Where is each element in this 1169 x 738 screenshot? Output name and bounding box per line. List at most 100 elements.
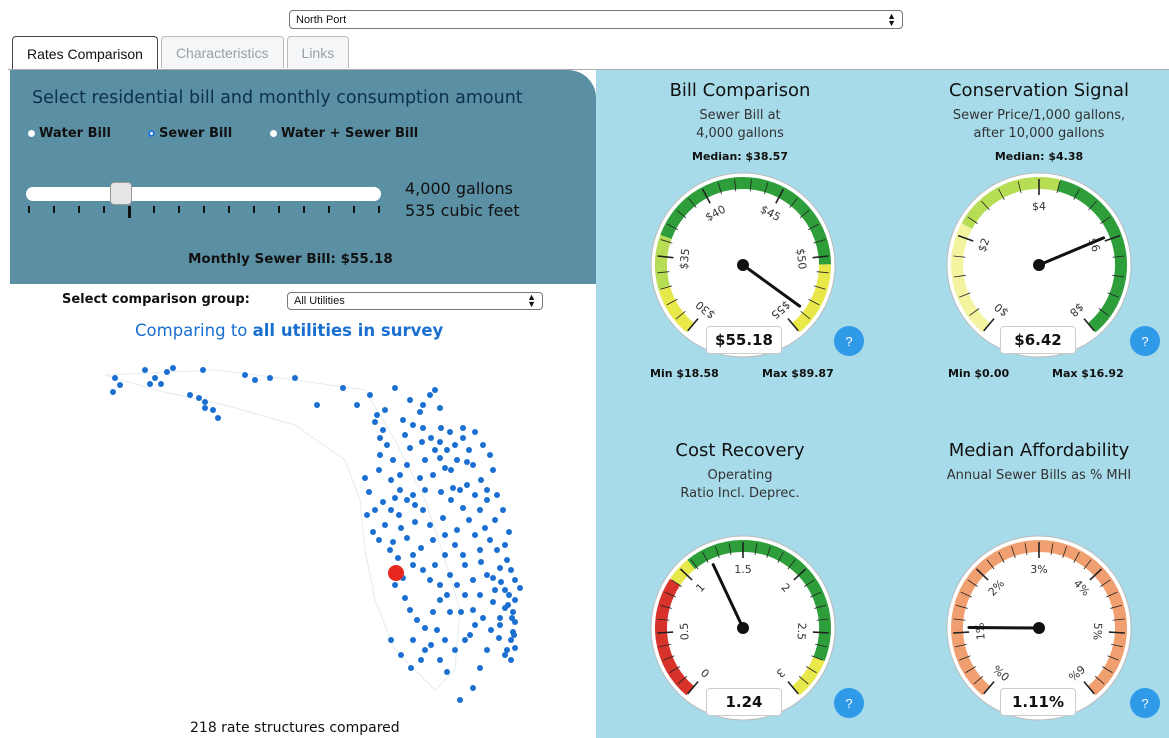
gauge-tick xyxy=(1108,631,1125,634)
gauge-tick-label: 2.5 xyxy=(794,622,808,640)
utility-dot xyxy=(432,447,438,453)
conservation-help-button[interactable]: ? xyxy=(1130,326,1160,356)
comparing-text: Comparing to all utilities in survey xyxy=(135,321,443,340)
bill-sub-line2: 4,000 gallons xyxy=(696,126,784,141)
utility-dot xyxy=(374,412,380,418)
utility-dot xyxy=(388,507,394,513)
utility-select[interactable]: North Port ▲ ▼ xyxy=(289,10,903,29)
utility-dots xyxy=(110,365,523,703)
utility-dot xyxy=(242,372,248,378)
utility-dot xyxy=(395,555,401,561)
bill-sub-line1: Sewer Bill at xyxy=(699,108,781,123)
radio-label: Sewer Bill xyxy=(159,126,233,141)
utility-dot xyxy=(447,572,453,578)
utility-dot xyxy=(419,439,425,445)
utility-dot xyxy=(480,615,486,621)
utility-dot xyxy=(437,657,443,663)
utility-dot xyxy=(477,547,483,553)
comparison-group-select[interactable]: All Utilities ▲ ▼ xyxy=(287,292,543,310)
radio-water-sewer-bill[interactable]: Water + Sewer Bill xyxy=(270,126,418,141)
utility-dot xyxy=(354,402,360,408)
utility-dot xyxy=(210,407,216,413)
cost-help-button[interactable]: ? xyxy=(834,688,864,718)
utility-dot xyxy=(380,427,386,433)
gauge-tick-label: $4 xyxy=(1032,200,1046,213)
utility-dot xyxy=(292,375,298,381)
utility-dot xyxy=(437,439,443,445)
utility-dot xyxy=(482,525,488,531)
afford-gauge-value: 1.11% xyxy=(1000,688,1076,716)
tab-links[interactable]: Links xyxy=(286,36,350,68)
consumption-readout: 4,000 gallons 535 cubic feet xyxy=(405,178,520,222)
radio-dot-icon xyxy=(270,130,277,137)
utility-dot xyxy=(400,417,406,423)
utility-dot xyxy=(460,552,466,558)
comparing-group-name: all utilities in survey xyxy=(252,321,444,340)
utility-dot xyxy=(376,537,382,543)
gauge-tick-label: 1% xyxy=(974,622,988,640)
utility-dot xyxy=(427,577,433,583)
utility-dot xyxy=(448,497,454,503)
radio-sewer-bill[interactable]: Sewer Bill xyxy=(148,126,232,141)
utility-dot xyxy=(506,592,512,598)
utility-dot xyxy=(404,535,410,541)
utilities-map xyxy=(104,365,523,703)
utility-dot xyxy=(412,502,418,508)
utility-dot xyxy=(147,381,153,387)
utility-dot xyxy=(484,487,490,493)
utility-dot xyxy=(477,665,483,671)
utility-dot xyxy=(460,505,466,511)
utility-dot xyxy=(382,522,388,528)
utility-dot xyxy=(472,492,478,498)
slider-tick xyxy=(228,206,230,213)
selected-utility-dot xyxy=(388,565,404,581)
utility-dot xyxy=(462,592,468,598)
utility-dot xyxy=(442,552,448,558)
utility-dot xyxy=(407,607,413,613)
consumption-slider-handle[interactable] xyxy=(110,182,132,205)
utility-dot xyxy=(427,522,433,528)
utility-dot xyxy=(457,697,463,703)
utility-dot xyxy=(367,392,373,398)
tab-characteristics[interactable]: Characteristics xyxy=(160,36,284,68)
utility-dot xyxy=(508,657,514,663)
structures-count: 218 rate structures compared xyxy=(190,720,400,736)
utility-dot xyxy=(340,385,346,391)
utility-dot xyxy=(422,647,428,653)
utility-dot xyxy=(484,572,490,578)
utility-dot xyxy=(497,565,503,571)
utility-dot xyxy=(504,557,510,563)
utility-dot xyxy=(434,627,440,633)
conservation-max: Max $16.92 xyxy=(1052,367,1124,380)
bill-gauge-title: Bill Comparison xyxy=(669,80,811,101)
bill-help-button[interactable]: ? xyxy=(834,326,864,356)
utility-dot xyxy=(267,375,273,381)
slider-tick xyxy=(378,206,380,213)
utility-dot xyxy=(414,617,420,623)
utility-dot xyxy=(447,609,453,615)
radio-water-bill[interactable]: Water Bill xyxy=(28,126,111,141)
bill-median: Median: $38.57 xyxy=(692,150,788,163)
utility-dot xyxy=(430,537,436,543)
utility-dot xyxy=(496,635,502,641)
tab-rates-comparison[interactable]: Rates Comparison xyxy=(12,36,158,70)
utility-dot xyxy=(448,467,454,473)
afford-help-button[interactable]: ? xyxy=(1130,688,1160,718)
utility-dot xyxy=(492,517,498,523)
afford-gauge-title: Median Affordability xyxy=(948,440,1130,461)
cost-gauge-title: Cost Recovery xyxy=(675,440,805,461)
florida-outline xyxy=(104,369,461,691)
utility-dot xyxy=(437,597,443,603)
utility-dot xyxy=(444,669,450,675)
utility-dot xyxy=(438,425,444,431)
utility-dot xyxy=(464,459,470,465)
slider-tick xyxy=(178,206,180,213)
utility-dot xyxy=(497,622,503,628)
utility-dot xyxy=(410,492,416,498)
bill-panel-title: Select residential bill and monthly cons… xyxy=(32,88,523,108)
utility-dot xyxy=(458,609,464,615)
afford-gauge-subtitle: Annual Sewer Bills as % MHI xyxy=(920,467,1158,485)
utility-dot xyxy=(388,637,394,643)
consumption-slider-track[interactable] xyxy=(26,187,381,201)
utility-dot xyxy=(497,615,503,621)
